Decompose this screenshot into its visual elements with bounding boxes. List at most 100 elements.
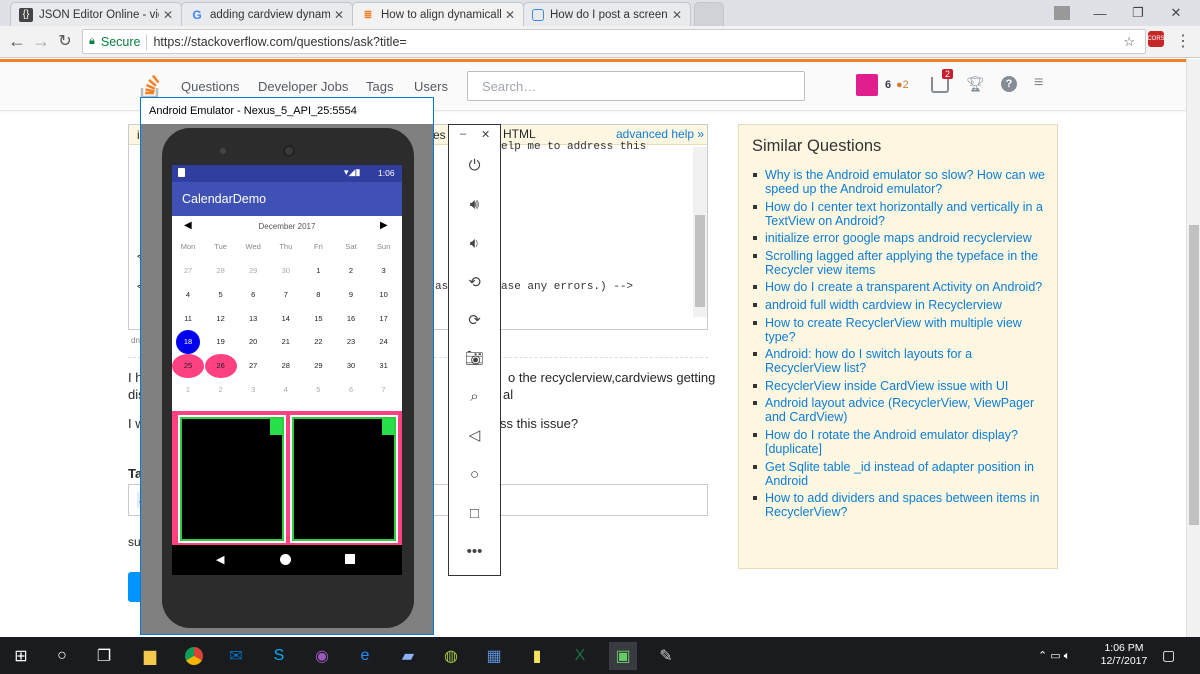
calendar-day[interactable]: 16 — [335, 309, 367, 329]
calendar-day[interactable]: 19 — [205, 332, 237, 352]
calendar-day[interactable]: 5 — [302, 380, 334, 400]
app-icon[interactable]: ◉ — [308, 642, 336, 670]
next-month-icon[interactable]: ▶ — [380, 220, 388, 231]
calendar-day[interactable]: 8 — [302, 285, 334, 305]
help-icon[interactable]: ? — [1001, 76, 1017, 92]
calendar-day[interactable]: 4 — [270, 380, 302, 400]
similar-question-link[interactable]: How do I create a transparent Activity o… — [753, 280, 1048, 294]
file-explorer-icon[interactable]: ▆ — [136, 642, 164, 670]
calendar-day-selected[interactable]: 18 — [176, 330, 200, 355]
html-label[interactable]: HTML — [503, 127, 536, 141]
inbox-icon[interactable] — [931, 77, 949, 93]
calendar-day-highlighted[interactable]: 26 — [204, 354, 237, 379]
calendar-day[interactable]: 30 — [335, 356, 367, 376]
emulator-taskbar-icon[interactable]: ▣ — [609, 642, 637, 670]
cortana-icon[interactable]: ○ — [48, 642, 76, 670]
calendar-day[interactable]: 1 — [302, 261, 334, 281]
calendar-day[interactable]: 29 — [302, 356, 334, 376]
restore-button[interactable]: ❐ — [1120, 0, 1156, 26]
windows-start-icon[interactable]: ⊞ — [7, 642, 35, 670]
calendar-day[interactable]: 31 — [368, 356, 400, 376]
star-icon[interactable]: ☆ — [1123, 34, 1135, 50]
emulator-window[interactable]: Android Emulator - Nexus_5_API_25:5554 ▾… — [140, 97, 434, 635]
nav-users[interactable]: Users — [414, 79, 448, 94]
calendar-day[interactable]: 29 — [237, 261, 269, 281]
similar-question-link[interactable]: How do I rotate the Android emulator dis… — [753, 428, 1048, 456]
close-icon[interactable]: ✕ — [672, 8, 682, 22]
similar-question-link[interactable]: Why is the Android emulator so slow? How… — [753, 168, 1048, 196]
calendar-day[interactable]: 11 — [172, 309, 204, 329]
task-view-icon[interactable]: ❐ — [90, 642, 118, 670]
more-icon[interactable]: ••• — [449, 539, 500, 563]
calendar-day[interactable]: 27 — [172, 261, 204, 281]
zoom-icon[interactable]: ⌕ — [449, 384, 500, 408]
outlook-icon[interactable]: ✉ — [222, 642, 250, 670]
home-icon[interactable]: ○ — [449, 462, 500, 486]
back-icon[interactable]: ◁ — [449, 423, 500, 447]
camera-icon[interactable]: 📷︎ — [449, 346, 500, 370]
avatar[interactable] — [856, 74, 878, 96]
calendar-day[interactable]: 1 — [172, 380, 204, 400]
skype-icon[interactable]: S — [265, 642, 293, 670]
site-switcher-icon[interactable]: ≡ — [1034, 74, 1043, 92]
calendar-day[interactable]: 14 — [270, 309, 302, 329]
recyclerview[interactable] — [172, 411, 402, 545]
calendar-day[interactable]: 2 — [335, 261, 367, 281]
calendar-day[interactable]: 6 — [335, 380, 367, 400]
calendar-day[interactable]: 28 — [205, 261, 237, 281]
overview-icon[interactable]: □ — [449, 501, 500, 525]
close-icon[interactable]: ✕ — [334, 8, 344, 22]
forward-icon[interactable]: → — [30, 30, 52, 52]
calendar-day[interactable]: 9 — [335, 285, 367, 305]
editor-scrollbar[interactable] — [693, 147, 707, 317]
similar-question-link[interactable]: RecyclerView inside CardView issue with … — [753, 379, 1048, 393]
card-view[interactable] — [178, 415, 286, 543]
rotate-right-icon[interactable]: ⟳ — [449, 308, 500, 332]
new-tab-button[interactable] — [694, 2, 724, 26]
tab-json-editor[interactable]: {} JSON Editor Online - view ✕ — [10, 2, 182, 26]
similar-question-link[interactable]: How to create RecyclerView with multiple… — [753, 316, 1048, 344]
calendar-day[interactable]: 6 — [237, 285, 269, 305]
similar-question-link[interactable]: initialize error google maps android rec… — [753, 231, 1048, 245]
close-icon[interactable]: ✕ — [505, 8, 515, 22]
advanced-help-link[interactable]: advanced help » — [616, 127, 704, 141]
calendar-day[interactable]: 7 — [270, 285, 302, 305]
calendar-day[interactable]: 3 — [368, 261, 400, 281]
reload-icon[interactable]: ↻ — [54, 30, 76, 52]
profile-icon[interactable] — [1044, 0, 1080, 26]
extension-icon[interactable]: CORS — [1147, 31, 1165, 47]
calendar-day[interactable]: 15 — [302, 309, 334, 329]
phone-screen[interactable]: ▾◢▮ 1:06 CalendarDemo ◀ December 2017 ▶ … — [172, 165, 402, 575]
stackoverflow-logo-icon[interactable] — [140, 71, 162, 99]
tab-google[interactable]: G adding cardview dynamic ✕ — [181, 2, 353, 26]
nav-developer-jobs[interactable]: Developer Jobs — [258, 79, 348, 94]
editor-scrollbar-thumb[interactable] — [695, 215, 705, 307]
chrome-icon[interactable] — [180, 642, 208, 670]
recents-icon[interactable] — [345, 554, 355, 564]
tab-screenshot[interactable]: How do I post a screenshot ✕ — [523, 2, 691, 26]
notifications-icon[interactable]: ▢ — [1162, 647, 1175, 664]
close-icon[interactable]: ✕ — [163, 8, 173, 22]
similar-question-link[interactable]: Scrolling lagged after applying the type… — [753, 249, 1048, 277]
calendar-grid[interactable]: Mon Tue Wed Thu Fri Sat Sun 27 28 29 30 1 2 3 4 5 6 7 8 9 10… — [172, 237, 402, 407]
calendar-day-highlighted[interactable]: 25 — [172, 354, 204, 379]
calendar-day[interactable]: 7 — [368, 380, 400, 400]
sticky-notes-icon[interactable]: ▮ — [523, 642, 551, 670]
card-view[interactable] — [290, 415, 398, 543]
minimize-icon[interactable]: – — [460, 128, 466, 140]
close-window-button[interactable]: ✕ — [1158, 0, 1194, 26]
back-icon[interactable]: ← — [6, 30, 28, 52]
url-text[interactable]: https://stackoverflow.com/questions/ask?… — [153, 35, 406, 49]
tray-icons[interactable]: ⌃ ▭ 🔈︎ — [1038, 649, 1070, 663]
close-icon[interactable]: ✕ — [481, 128, 490, 141]
menu-icon[interactable]: ⋮ — [1172, 30, 1194, 52]
similar-question-link[interactable]: android full width cardview in Recyclerv… — [753, 298, 1048, 312]
calendar-day[interactable]: 28 — [270, 356, 302, 376]
search-input[interactable]: Search… — [467, 71, 805, 101]
calendar-day[interactable]: 21 — [270, 332, 302, 352]
app-icon[interactable]: ▰ — [394, 642, 422, 670]
page-scrollbar-thumb[interactable] — [1189, 225, 1199, 525]
calendar-day[interactable]: 20 — [237, 332, 269, 352]
rotate-left-icon[interactable]: ⟲ — [449, 270, 500, 294]
address-bar[interactable]: 🔒︎ Secure https://stackoverflow.com/ques… — [82, 29, 1146, 54]
